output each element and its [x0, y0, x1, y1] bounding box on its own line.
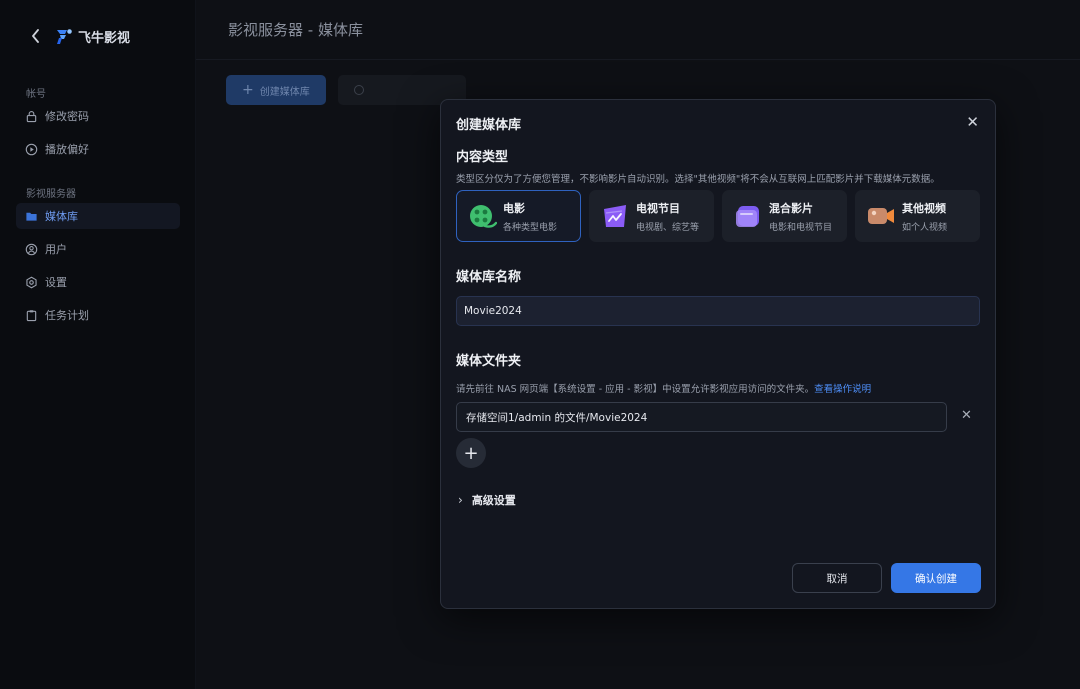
movie-reel-icon	[470, 205, 497, 228]
type-card-movie[interactable]: 电影 各种类型电影	[456, 190, 581, 242]
media-folder-hint: 请先前往 NAS 网页端【系统设置 - 应用 - 影视】中设置允许影视应用访问的…	[456, 381, 871, 395]
sidebar-item-label: 播放偏好	[45, 143, 89, 156]
sidebar: 飞牛影视 帐号 修改密码 播放偏好 影视服务器 媒体库 用户 设置 任务计划	[0, 0, 196, 689]
type-desc: 电视剧、综艺等	[636, 222, 700, 233]
toolbar: + 创建媒体库	[226, 75, 466, 105]
content-type-hint: 类型区分仅为了方便您管理，不影响影片自动识别。选择"其他视频"将不会从互联网上匹…	[456, 174, 940, 185]
type-name: 混合影片	[769, 201, 813, 215]
clipboard-icon	[26, 309, 37, 321]
cancel-button[interactable]: 取消	[792, 563, 882, 593]
folder-icon	[26, 212, 37, 221]
library-name-heading: 媒体库名称	[456, 270, 522, 285]
type-desc: 电影和电视节目	[769, 222, 833, 233]
type-card-text: 电影 各种类型电影	[503, 200, 557, 233]
type-card-text: 电视节目 电视剧、综艺等	[636, 200, 699, 233]
add-folder-button[interactable]: +	[456, 438, 486, 468]
dialog-title: 创建媒体库	[456, 118, 522, 133]
type-card-other[interactable]: 其他视频 如个人视频	[855, 190, 980, 242]
app-logo-icon	[57, 29, 72, 44]
play-circle-icon	[25, 143, 38, 155]
type-card-text: 混合影片 电影和电视节目	[769, 200, 832, 233]
sidebar-item-playback-preferences[interactable]: 播放偏好	[16, 136, 180, 162]
section-label-account: 帐号	[26, 89, 46, 100]
sidebar-item-task-schedule[interactable]: 任务计划	[16, 302, 180, 328]
remove-folder-icon[interactable]: ✕	[961, 408, 972, 423]
type-name: 其他视频	[902, 201, 946, 215]
mixed-media-icon	[736, 206, 759, 227]
advanced-settings-label: 高级设置	[471, 494, 516, 507]
close-icon[interactable]: ✕	[966, 113, 979, 131]
media-folder-heading: 媒体文件夹	[456, 354, 522, 369]
page-header: 影视服务器 - 媒体库	[196, 0, 1080, 60]
content-type-options: 电影 各种类型电影 电视节目 电视剧、综艺等 混合影片 电影和电视节目 其他视频…	[456, 190, 988, 242]
create-library-label: 创建媒体库	[259, 86, 310, 98]
type-name: 电视节目	[636, 201, 680, 215]
advanced-settings-toggle[interactable]: › 高级设置	[458, 492, 516, 508]
sidebar-item-label: 用户	[45, 243, 67, 256]
type-card-tv[interactable]: 电视节目 电视剧、综艺等	[589, 190, 714, 242]
plus-icon: +	[242, 82, 254, 98]
chevron-right-icon: ›	[458, 493, 463, 507]
sidebar-item-label: 修改密码	[45, 110, 89, 123]
video-camera-icon	[868, 208, 894, 224]
sidebar-item-users[interactable]: 用户	[16, 236, 180, 262]
folder-path-field[interactable]: 存储空间1/admin 的文件/Movie2024	[456, 402, 947, 432]
chevron-left-icon	[31, 29, 39, 43]
type-card-text: 其他视频 如个人视频	[902, 200, 947, 233]
sidebar-item-label: 设置	[45, 276, 67, 289]
sidebar-item-label: 任务计划	[45, 309, 89, 322]
sidebar-item-label: 媒体库	[45, 210, 78, 223]
brand: 飞牛影视	[28, 26, 130, 46]
page-title: 影视服务器 - 媒体库	[228, 21, 363, 39]
type-name: 电影	[503, 201, 525, 215]
library-name-input[interactable]: Movie2024	[456, 296, 980, 326]
brand-name: 飞牛影视	[78, 30, 131, 46]
help-link[interactable]: 查看操作说明	[814, 384, 871, 395]
type-card-mixed[interactable]: 混合影片 电影和电视节目	[722, 190, 847, 242]
app-window: 飞牛影视 帐号 修改密码 播放偏好 影视服务器 媒体库 用户 设置 任务计划 影…	[0, 0, 1080, 689]
user-icon	[25, 243, 38, 255]
type-desc: 如个人视频	[902, 222, 948, 233]
media-folder-hint-text: 请先前往 NAS 网页端【系统设置 - 应用 - 影视】中设置允许影视应用访问的…	[456, 384, 815, 395]
create-library-button[interactable]: + 创建媒体库	[226, 75, 326, 105]
sidebar-item-change-password[interactable]: 修改密码	[16, 103, 180, 129]
back-button[interactable]	[28, 26, 42, 46]
circle-icon	[353, 85, 364, 95]
folder-row: 存储空间1/admin 的文件/Movie2024 ✕	[456, 402, 996, 432]
plus-icon: +	[463, 442, 479, 464]
sidebar-item-media-library[interactable]: 媒体库	[16, 203, 180, 229]
tv-icon	[604, 205, 626, 227]
lock-icon	[26, 110, 37, 122]
confirm-create-button[interactable]: 确认创建	[891, 563, 981, 593]
create-library-dialog: 创建媒体库 ✕ 内容类型 类型区分仅为了方便您管理，不影响影片自动识别。选择"其…	[440, 99, 996, 609]
type-desc: 各种类型电影	[503, 222, 558, 233]
gear-icon	[26, 276, 37, 288]
section-label-server: 影视服务器	[26, 189, 76, 200]
sidebar-item-settings[interactable]: 设置	[16, 269, 180, 295]
content-type-heading: 内容类型	[456, 150, 509, 165]
